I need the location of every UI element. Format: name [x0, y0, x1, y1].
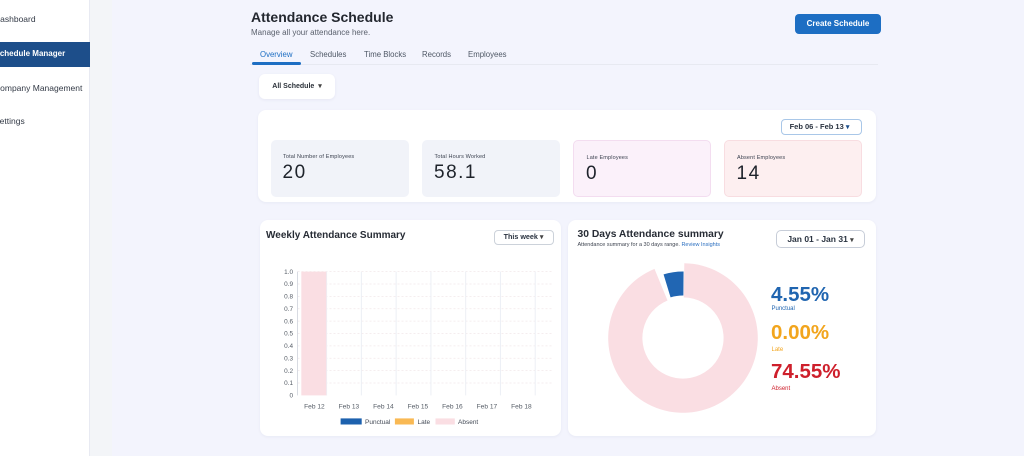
svg-text:0.1: 0.1 — [284, 380, 293, 387]
svg-text:Late: Late — [418, 419, 431, 426]
svg-text:Feb 12: Feb 12 — [304, 404, 325, 411]
svg-text:Feb 13: Feb 13 — [339, 404, 360, 411]
svg-text:0.7: 0.7 — [284, 306, 293, 313]
svg-text:Feb 16: Feb 16 — [442, 404, 463, 411]
svg-text:Absent: Absent — [458, 419, 478, 426]
svg-text:Feb 14: Feb 14 — [373, 404, 394, 411]
svg-text:0.9: 0.9 — [284, 281, 293, 288]
svg-text:0.8: 0.8 — [284, 294, 293, 301]
svg-text:Punctual: Punctual — [365, 419, 391, 426]
svg-text:0.6: 0.6 — [284, 318, 293, 325]
svg-text:0: 0 — [289, 393, 293, 400]
svg-text:Feb 15: Feb 15 — [408, 404, 429, 411]
svg-text:0.3: 0.3 — [284, 355, 293, 362]
svg-text:1.0: 1.0 — [284, 269, 293, 276]
svg-text:Feb 18: Feb 18 — [511, 404, 532, 411]
svg-text:Feb 17: Feb 17 — [477, 404, 498, 411]
svg-text:0.5: 0.5 — [284, 331, 293, 338]
svg-text:0.4: 0.4 — [284, 343, 293, 350]
svg-text:0.2: 0.2 — [284, 368, 293, 375]
